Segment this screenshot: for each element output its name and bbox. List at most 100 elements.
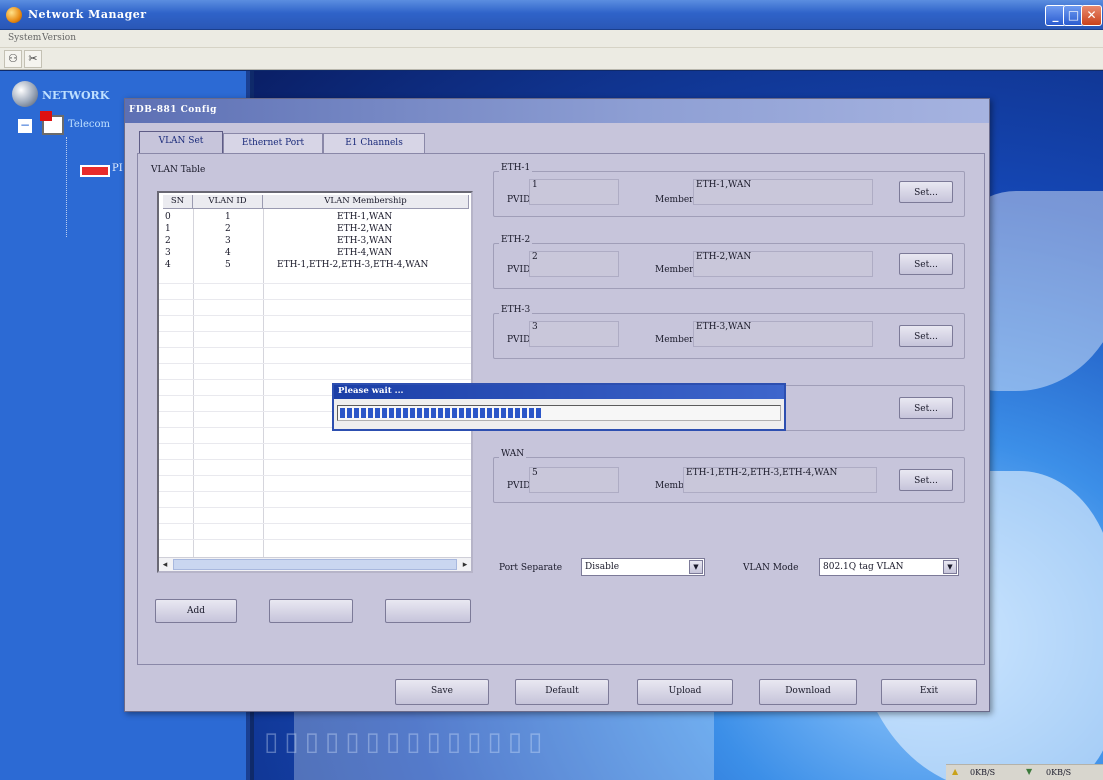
cell-membership: ETH-1,WAN (337, 212, 393, 222)
wan-member-field[interactable]: ETH-1,ETH-2,ETH-3,ETH-4,WAN (683, 467, 877, 493)
eth1-pvid-field[interactable]: 1 (529, 179, 619, 205)
menu-bar (0, 30, 1103, 48)
port-separate-label: Port Separate (499, 563, 563, 573)
eth2-member-field[interactable]: ETH-2,WAN (693, 251, 873, 277)
eth4-set-button[interactable]: Set... (899, 397, 953, 419)
cell-sn: 1 (165, 224, 171, 234)
save-button[interactable]: Save (395, 679, 489, 705)
table-row[interactable]: 2 3 ETH-3,WAN (159, 235, 471, 247)
tree-node-label[interactable]: Telecom (68, 119, 110, 130)
col-header-vlan-membership[interactable]: VLAN Membership (263, 195, 469, 209)
wait-title-bar: Please wait ... (334, 385, 784, 399)
eth3-pvid-field[interactable]: 3 (529, 321, 619, 347)
row-divider (159, 507, 471, 508)
status-bar: ▲ 0KB/S ▼ 0KB/S (946, 764, 1103, 780)
member-label: Member (655, 335, 694, 345)
scroll-left-icon[interactable]: ◂ (159, 559, 171, 571)
toolbar-tools-icon[interactable]: ✂ (24, 50, 42, 68)
cell-sn: 2 (165, 236, 171, 246)
wan-pvid-field[interactable]: 5 (529, 467, 619, 493)
globe-icon (12, 81, 38, 107)
network-manager-icon (6, 7, 22, 23)
menu-system[interactable]: System (8, 33, 41, 43)
tree-child-label[interactable]: PI (112, 163, 123, 174)
download-button[interactable]: Download (759, 679, 857, 705)
tree-root-label[interactable]: NETWORK (42, 89, 109, 102)
scroll-right-icon[interactable]: ▸ (459, 559, 471, 571)
menu-version[interactable]: Version (42, 33, 76, 43)
network-node-icon[interactable] (40, 111, 64, 135)
window-title: Network Manager (28, 8, 147, 21)
row-divider (159, 491, 471, 492)
device-icon[interactable] (80, 165, 110, 177)
cell-membership: ETH-1,ETH-2,ETH-3,ETH-4,WAN (277, 260, 429, 270)
eth3-title: ETH-3 (499, 305, 533, 315)
table-row[interactable]: 1 2 ETH-2,WAN (159, 223, 471, 235)
eth3-set-button[interactable]: Set... (899, 325, 953, 347)
close-button[interactable]: ✕ (1081, 5, 1102, 26)
tab-e1-channels[interactable]: E1 Channels (323, 133, 425, 153)
row-divider (159, 379, 471, 380)
eth2-pvid-field[interactable]: 2 (529, 251, 619, 277)
default-button[interactable]: Default (515, 679, 609, 705)
vlan-mode-value: 802.1Q tag VLAN (823, 562, 904, 572)
tree-collapse-icon[interactable]: − (18, 119, 32, 133)
eth3-member-field[interactable]: ETH-3,WAN (693, 321, 873, 347)
col-header-sn[interactable]: SN (163, 195, 193, 209)
tab-vlan-set[interactable]: VLAN Set (139, 131, 223, 153)
row-divider (159, 523, 471, 524)
eth1-set-button[interactable]: Set... (899, 181, 953, 203)
row-divider (159, 443, 471, 444)
toolbar-connect-icon[interactable]: ⚇ (4, 50, 22, 68)
row-divider (159, 539, 471, 540)
row-divider (159, 299, 471, 300)
chevron-down-icon[interactable]: ▼ (689, 560, 703, 574)
eth2-title: ETH-2 (499, 235, 533, 245)
scrollbar-thumb[interactable] (173, 559, 457, 570)
download-arrow-icon: ▼ (1026, 767, 1033, 776)
wan-set-button[interactable]: Set... (899, 469, 953, 491)
cell-vlan-id: 1 (225, 212, 231, 222)
download-rate: 0KB/S (1046, 768, 1072, 777)
dialog-title: FDB-881 Config (129, 105, 217, 115)
pvid-label: PVID (507, 265, 531, 275)
vlan-table[interactable]: SN VLAN ID VLAN Membership 0 1 ETH-1,WAN… (157, 191, 473, 573)
row-divider (159, 363, 471, 364)
cell-membership: ETH-2,WAN (337, 224, 393, 234)
col-header-vlan-id[interactable]: VLAN ID (193, 195, 263, 209)
port-separate-value: Disable (585, 562, 620, 572)
tab-ethernet-port[interactable]: Ethernet Port (223, 133, 323, 153)
progress-fill (340, 408, 541, 418)
table-row[interactable]: 0 1 ETH-1,WAN (159, 211, 471, 223)
member-label: Member (655, 265, 694, 275)
eth2-set-button[interactable]: Set... (899, 253, 953, 275)
toolbar (0, 48, 1103, 70)
eth1-member-field[interactable]: ETH-1,WAN (693, 179, 873, 205)
row-divider (159, 347, 471, 348)
row-divider (159, 475, 471, 476)
delete-button-disabled (385, 599, 471, 623)
chevron-down-icon[interactable]: ▼ (943, 560, 957, 574)
cell-vlan-id: 3 (225, 236, 231, 246)
cell-sn: 0 (165, 212, 171, 222)
cell-vlan-id: 2 (225, 224, 231, 234)
vlan-mode-select[interactable]: 802.1Q tag VLAN ▼ (819, 558, 959, 576)
cell-membership: ETH-3,WAN (337, 236, 393, 246)
vlan-table-title: VLAN Table (151, 165, 206, 175)
table-row[interactable]: 4 5 ETH-1,ETH-2,ETH-3,ETH-4,WAN (159, 259, 471, 271)
member-label: Member (655, 195, 694, 205)
add-button[interactable]: Add (155, 599, 237, 623)
table-horizontal-scrollbar[interactable]: ◂ ▸ (159, 557, 471, 571)
pvid-label: PVID (507, 195, 531, 205)
cell-sn: 3 (165, 248, 171, 258)
cell-vlan-id: 5 (225, 260, 231, 270)
table-row[interactable]: 3 4 ETH-4,WAN (159, 247, 471, 259)
tree-connector-line (66, 137, 67, 237)
eth1-title: ETH-1 (499, 163, 533, 173)
exit-button[interactable]: Exit (881, 679, 977, 705)
row-divider (159, 283, 471, 284)
background-decoration: ▯▯▯▯▯▯▯▯▯▯▯▯▯▯ (264, 727, 549, 757)
dialog-title-bar: FDB-881 Config (125, 99, 989, 123)
upload-button[interactable]: Upload (637, 679, 733, 705)
port-separate-select[interactable]: Disable ▼ (581, 558, 705, 576)
